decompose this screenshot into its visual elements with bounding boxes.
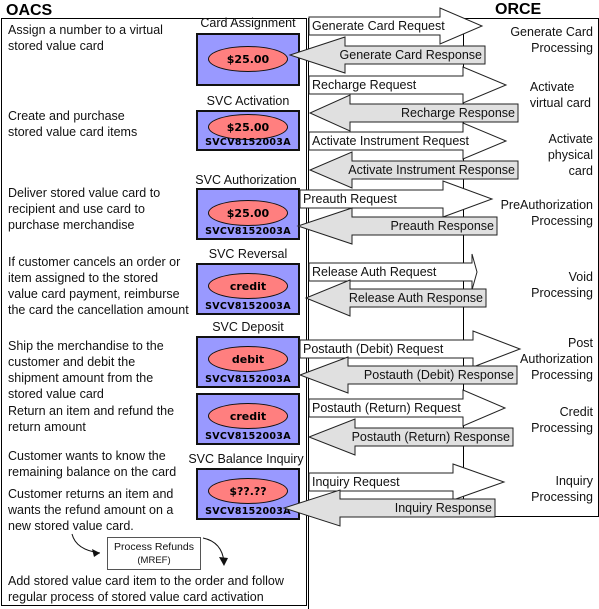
response-label: Preauth Response [390, 219, 494, 233]
arrowhead-icon [92, 549, 100, 557]
response-label: Postauth (Return) Response [352, 430, 510, 444]
response-label: Activate Instrument Response [348, 163, 515, 177]
response-label: Generate Card Response [340, 48, 482, 62]
response-label: Recharge Response [401, 106, 515, 120]
response-label: Postauth (Debit) Response [364, 368, 514, 382]
curved-arrow-in-icon [71, 533, 101, 554]
request-label: Postauth (Return) Request [312, 401, 461, 415]
request-label: Release Auth Request [312, 265, 437, 279]
request-label: Preauth Request [303, 192, 397, 206]
request-label: Postauth (Debit) Request [303, 342, 444, 356]
arrowhead-icon [219, 557, 228, 566]
response-label: Inquiry Response [395, 501, 492, 515]
request-label: Activate Instrument Request [312, 134, 470, 148]
request-label: Recharge Request [312, 78, 417, 92]
message-arrows: Generate Card Request Generate Card Respo… [282, 7, 522, 527]
response-label: Release Auth Response [349, 291, 483, 305]
request-label: Inquiry Request [312, 475, 400, 489]
request-label: Generate Card Request [312, 19, 445, 33]
refund-flow-arrows [71, 533, 228, 566]
